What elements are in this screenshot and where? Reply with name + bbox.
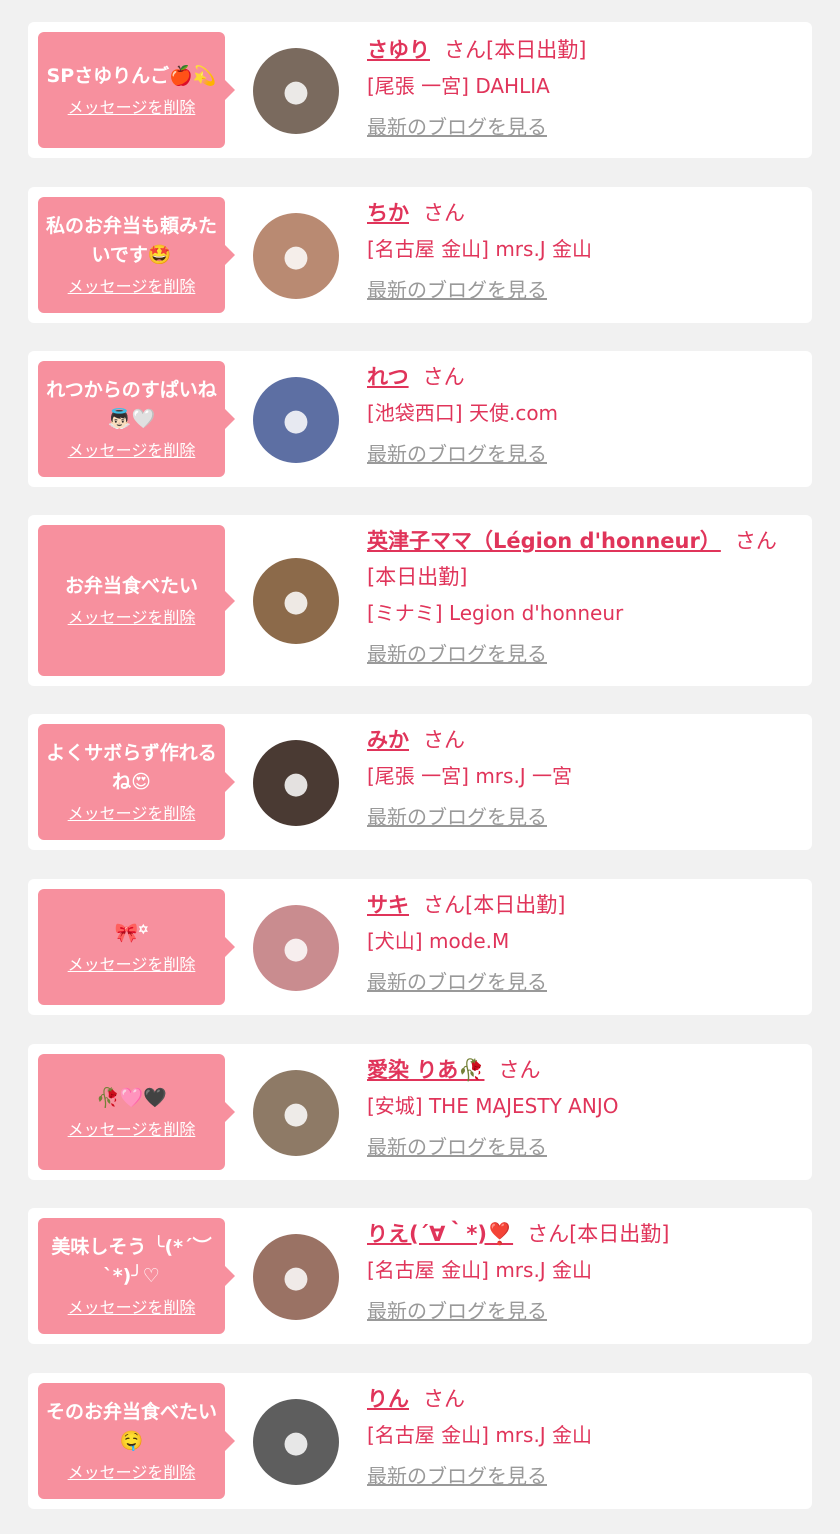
avatar-icon: ● bbox=[282, 238, 310, 274]
latest-blog-link[interactable]: 最新のブログを見る bbox=[367, 112, 547, 142]
avatar[interactable]: ● bbox=[253, 1234, 339, 1320]
delete-message-link[interactable]: メッセージを削除 bbox=[68, 276, 196, 298]
message-card: 私のお弁当も頼みたいです🤩 メッセージを削除 ● ちか さん [名古屋 金山] m… bbox=[28, 187, 812, 323]
cast-info: サキ さん[本日出勤] [犬山] mode.M 最新のブログを見る bbox=[367, 887, 798, 997]
cast-suffix: さん[本日出勤] bbox=[423, 893, 566, 917]
message-text: お弁当食べたい bbox=[64, 575, 198, 597]
message-bubble: 🥀🩷🖤 メッセージを削除 bbox=[38, 1054, 235, 1170]
avatar[interactable]: ● bbox=[253, 740, 339, 826]
cast-name-link[interactable]: 英津子ママ（Légion d'honneur） bbox=[367, 529, 721, 553]
cast-info: 英津子ママ（Légion d'honneur） さん[本日出勤] [ミナミ] Le… bbox=[367, 523, 798, 669]
latest-blog-link[interactable]: 最新のブログを見る bbox=[367, 967, 547, 997]
shop-label: [犬山] mode.M bbox=[367, 929, 510, 953]
cast-info: りん さん [名古屋 金山] mrs.J 金山 最新のブログを見る bbox=[367, 1381, 798, 1491]
cast-name-link[interactable]: 愛染 りあ🥀 bbox=[367, 1058, 484, 1082]
cast-name-link[interactable]: サキ bbox=[367, 893, 409, 917]
cast-name-link[interactable]: りえ(´∀｀*)❣️ bbox=[367, 1222, 513, 1246]
message-card: そのお弁当食べたい🤤 メッセージを削除 ● りん さん [名古屋 金山] mrs.… bbox=[28, 1373, 812, 1509]
delete-message-link[interactable]: メッセージを削除 bbox=[68, 1297, 196, 1319]
message-card: お弁当食べたい メッセージを削除 ● 英津子ママ（Légion d'honneu… bbox=[28, 515, 812, 686]
avatar-icon: ● bbox=[282, 583, 310, 619]
cast-info: さゆり さん[本日出勤] [尾張 一宮] DAHLIA 最新のブログを見る bbox=[367, 32, 798, 142]
avatar[interactable]: ● bbox=[253, 213, 339, 299]
shop-label: [安城] THE MAJESTY ANJO bbox=[367, 1094, 619, 1118]
cast-suffix: さん bbox=[423, 728, 465, 752]
delete-message-link[interactable]: メッセージを削除 bbox=[68, 607, 196, 629]
message-text: そのお弁当食べたい🤤 bbox=[46, 1401, 218, 1452]
shop-label: [ミナミ] Legion d'honneur bbox=[367, 601, 624, 625]
message-card: 🥀🩷🖤 メッセージを削除 ● 愛染 りあ🥀 さん [安城] THE MAJESTY… bbox=[28, 1044, 812, 1180]
shop-label: [尾張 一宮] DAHLIA bbox=[367, 74, 550, 98]
message-card: 🎀꙳ メッセージを削除 ● サキ さん[本日出勤] [犬山] mode.M 最新の… bbox=[28, 879, 812, 1015]
shop-label: [尾張 一宮] mrs.J 一宮 bbox=[367, 764, 573, 788]
cast-suffix: さん[本日出勤] bbox=[527, 1222, 670, 1246]
shop-label: [名古屋 金山] mrs.J 金山 bbox=[367, 237, 593, 261]
cast-info: りえ(´∀｀*)❣️ さん[本日出勤] [名古屋 金山] mrs.J 金山 最新の… bbox=[367, 1216, 798, 1326]
shop-label: [池袋西口] 天使.com bbox=[367, 401, 559, 425]
delete-message-link[interactable]: メッセージを削除 bbox=[68, 440, 196, 462]
message-text: 🎀꙳ bbox=[114, 921, 149, 944]
cast-info: 愛染 りあ🥀 さん [安城] THE MAJESTY ANJO 最新のブログを見る bbox=[367, 1052, 798, 1162]
delete-message-link[interactable]: メッセージを削除 bbox=[68, 954, 196, 976]
avatar[interactable]: ● bbox=[253, 905, 339, 991]
message-text: よくサボらず作れるね😍 bbox=[46, 742, 217, 793]
message-text: 美味しそう ╰(*´︶`*)╯♡ bbox=[51, 1236, 212, 1287]
message-text: SPさゆりんご🍎💫 bbox=[46, 64, 217, 87]
latest-blog-link[interactable]: 最新のブログを見る bbox=[367, 802, 547, 832]
cast-name-link[interactable]: れつ bbox=[367, 365, 409, 389]
message-bubble: よくサボらず作れるね😍 メッセージを削除 bbox=[38, 724, 235, 840]
shop-label: [名古屋 金山] mrs.J 金山 bbox=[367, 1258, 593, 1282]
latest-blog-link[interactable]: 最新のブログを見る bbox=[367, 1461, 547, 1491]
message-bubble: そのお弁当食べたい🤤 メッセージを削除 bbox=[38, 1383, 235, 1499]
cast-name-link[interactable]: りん bbox=[367, 1387, 409, 1411]
avatar-icon: ● bbox=[282, 1259, 310, 1295]
cast-suffix: さん[本日出勤] bbox=[444, 38, 587, 62]
message-card: SPさゆりんご🍎💫 メッセージを削除 ● さゆり さん[本日出勤] [尾張 一宮]… bbox=[28, 22, 812, 158]
delete-message-link[interactable]: メッセージを削除 bbox=[68, 803, 196, 825]
message-text: 私のお弁当も頼みたいです🤩 bbox=[46, 215, 218, 266]
message-bubble: 私のお弁当も頼みたいです🤩 メッセージを削除 bbox=[38, 197, 235, 313]
latest-blog-link[interactable]: 最新のブログを見る bbox=[367, 1296, 547, 1326]
cast-suffix: さん bbox=[498, 1058, 541, 1082]
message-bubble: れつからのすぱいね👼🏻🤍 メッセージを削除 bbox=[38, 361, 235, 477]
avatar[interactable]: ● bbox=[253, 1070, 339, 1156]
avatar-icon: ● bbox=[282, 73, 310, 109]
message-card: よくサボらず作れるね😍 メッセージを削除 ● みか さん [尾張 一宮] mrs.… bbox=[28, 714, 812, 850]
delete-message-link[interactable]: メッセージを削除 bbox=[68, 1119, 196, 1141]
message-list: SPさゆりんご🍎💫 メッセージを削除 ● さゆり さん[本日出勤] [尾張 一宮]… bbox=[0, 0, 840, 1534]
message-bubble: 🎀꙳ メッセージを削除 bbox=[38, 889, 235, 1005]
delete-message-link[interactable]: メッセージを削除 bbox=[68, 1462, 196, 1484]
message-bubble: 美味しそう ╰(*´︶`*)╯♡ メッセージを削除 bbox=[38, 1218, 235, 1334]
avatar[interactable]: ● bbox=[253, 377, 339, 463]
avatar-icon: ● bbox=[282, 930, 310, 966]
cast-info: ちか さん [名古屋 金山] mrs.J 金山 最新のブログを見る bbox=[367, 195, 798, 305]
latest-blog-link[interactable]: 最新のブログを見る bbox=[367, 639, 547, 669]
cast-name-link[interactable]: ちか bbox=[367, 201, 409, 225]
message-text: 🥀🩷🖤 bbox=[96, 1086, 167, 1109]
shop-label: [名古屋 金山] mrs.J 金山 bbox=[367, 1423, 593, 1447]
latest-blog-link[interactable]: 最新のブログを見る bbox=[367, 275, 547, 305]
latest-blog-link[interactable]: 最新のブログを見る bbox=[367, 1132, 547, 1162]
avatar-icon: ● bbox=[282, 1424, 310, 1460]
message-bubble: お弁当食べたい メッセージを削除 bbox=[38, 525, 235, 676]
message-card: れつからのすぱいね👼🏻🤍 メッセージを削除 ● れつ さん [池袋西口] 天使.c… bbox=[28, 351, 812, 487]
avatar[interactable]: ● bbox=[253, 1399, 339, 1485]
avatar-icon: ● bbox=[282, 1095, 310, 1131]
latest-blog-link[interactable]: 最新のブログを見る bbox=[367, 439, 547, 469]
cast-suffix: さん bbox=[422, 365, 465, 389]
avatar-icon: ● bbox=[282, 765, 310, 801]
cast-info: みか さん [尾張 一宮] mrs.J 一宮 最新のブログを見る bbox=[367, 722, 798, 832]
message-text: れつからのすぱいね👼🏻🤍 bbox=[46, 379, 217, 430]
cast-name-link[interactable]: みか bbox=[367, 728, 409, 752]
cast-suffix: さん bbox=[423, 201, 465, 225]
message-card: 美味しそう ╰(*´︶`*)╯♡ メッセージを削除 ● りえ(´∀｀*)❣️ さん… bbox=[28, 1208, 812, 1344]
avatar[interactable]: ● bbox=[253, 558, 339, 644]
cast-name-link[interactable]: さゆり bbox=[367, 38, 430, 62]
cast-suffix: さん bbox=[423, 1387, 465, 1411]
message-bubble: SPさゆりんご🍎💫 メッセージを削除 bbox=[38, 32, 235, 148]
delete-message-link[interactable]: メッセージを削除 bbox=[68, 97, 196, 119]
cast-info: れつ さん [池袋西口] 天使.com 最新のブログを見る bbox=[367, 359, 798, 469]
avatar[interactable]: ● bbox=[253, 48, 339, 134]
avatar-icon: ● bbox=[282, 402, 310, 438]
